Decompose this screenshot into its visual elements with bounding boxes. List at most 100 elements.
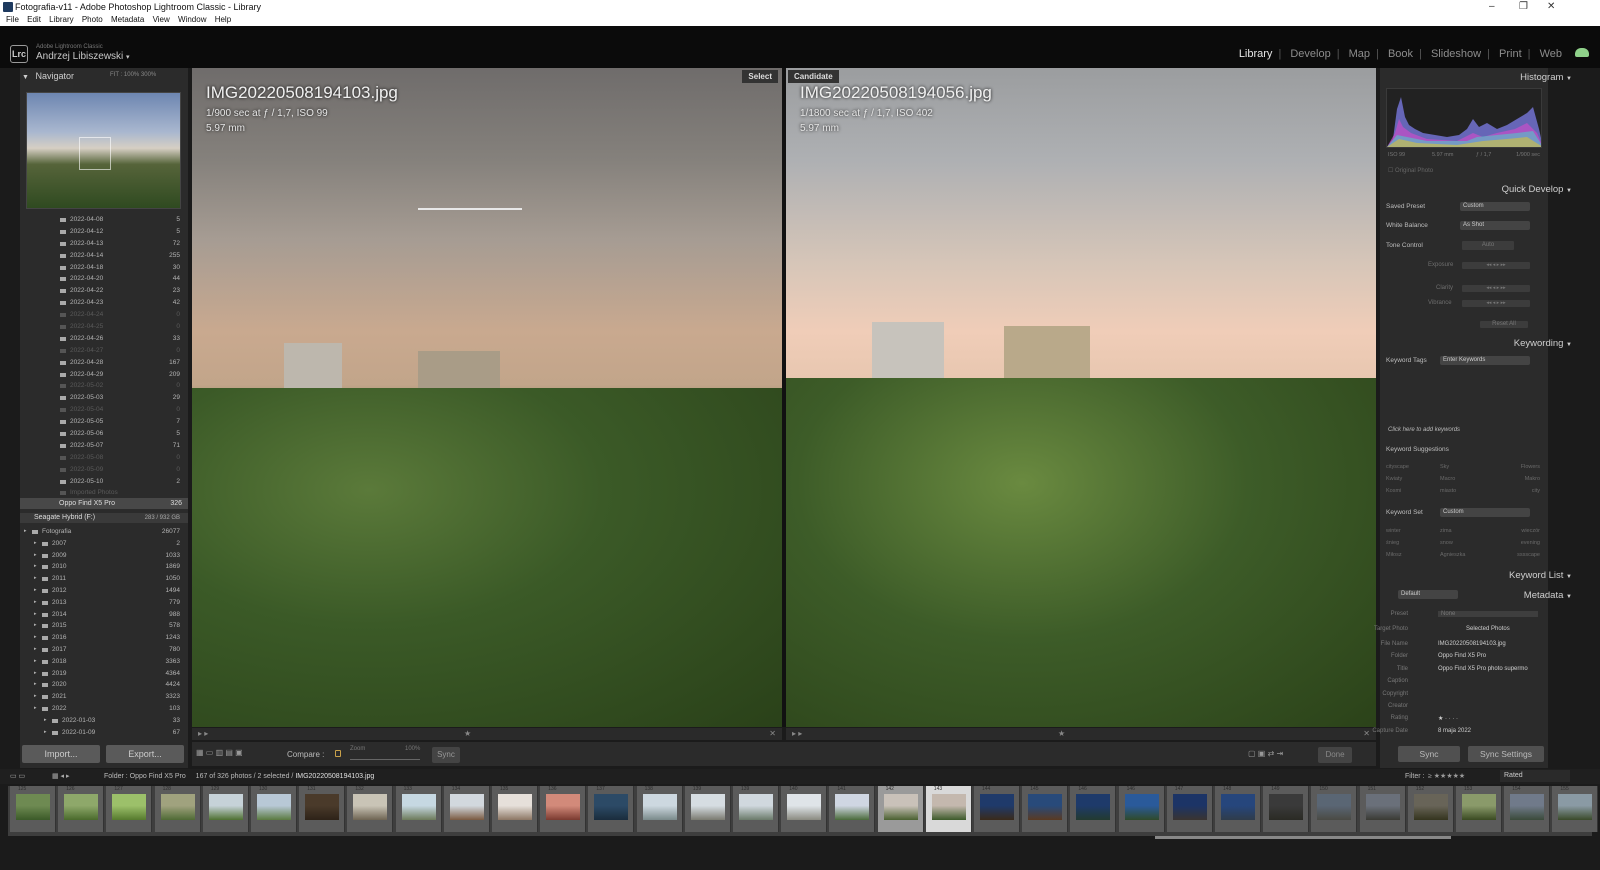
folder-row[interactable]: 2022-05-02 0 (22, 380, 186, 392)
metadata-field-value[interactable]: 8 maja 2022 (1438, 728, 1471, 734)
histogram-header[interactable]: Histogram ▼ (1520, 72, 1572, 83)
menu-view[interactable]: View (153, 15, 170, 24)
menu-help[interactable]: Help (215, 15, 231, 24)
disclosure-triangle-icon[interactable]: ▸ (34, 597, 37, 609)
close-icon[interactable]: ✕ (1363, 728, 1370, 740)
keyword-suggestion[interactable]: Kosmi (1386, 488, 1401, 494)
keyword-set-item[interactable]: snow (1440, 540, 1453, 546)
saved-preset-select[interactable]: Custom (1460, 202, 1530, 211)
folder-row[interactable]: ▸ 2012 1494 (22, 585, 186, 597)
filmstrip-thumbnail[interactable]: 151 (1359, 786, 1406, 832)
keywording-header[interactable]: Keywording ▼ (1514, 338, 1572, 349)
keyword-set-item[interactable]: Miłosz (1386, 552, 1402, 558)
keyword-set-item[interactable]: evening (1521, 540, 1540, 546)
keyword-suggestion[interactable]: Flowers (1521, 464, 1540, 470)
folder-row[interactable]: 2022-05-09 0 (22, 464, 186, 476)
disclosure-triangle-icon[interactable]: ▸ (44, 715, 47, 727)
keyword-suggestion[interactable]: Kwiaty (1386, 476, 1402, 482)
minimize-icon[interactable]: – (1489, 0, 1495, 14)
filmstrip-thumbnail[interactable]: 143 (925, 786, 972, 832)
clarity-buttons[interactable]: ◂◂ ◂ ▸ ▸▸ (1462, 285, 1530, 292)
filmstrip-thumbnail[interactable]: 128 (154, 786, 201, 832)
module-web[interactable]: Web (1540, 48, 1562, 60)
filmstrip-thumbnail[interactable]: 127 (106, 786, 153, 832)
auto-tone-button[interactable]: Auto (1462, 241, 1514, 250)
menu-photo[interactable]: Photo (82, 15, 103, 24)
keyword-set-item[interactable]: zima (1440, 528, 1452, 534)
folder-row[interactable]: ▸ 2009 1033 (22, 550, 186, 562)
folder-row[interactable]: 2022-05-06 5 (22, 428, 186, 440)
filmstrip-thumbnail[interactable]: 152 (1407, 786, 1454, 832)
close-icon[interactable]: ✕ (1547, 0, 1555, 14)
flag-icons[interactable]: ▸ ▸ (198, 728, 208, 740)
done-button[interactable]: Done (1318, 747, 1352, 763)
maximize-icon[interactable]: ❐ (1519, 0, 1528, 14)
filmstrip-thumbnail[interactable]: 138 (636, 786, 683, 832)
filmstrip-thumbnail[interactable]: 153 (1456, 786, 1502, 832)
original-photo-checkbox[interactable]: ☐ Original Photo (1388, 167, 1433, 174)
star-rating-icon[interactable]: ★ (1058, 728, 1065, 740)
disclosure-triangle-icon[interactable]: ▸ (34, 620, 37, 632)
sync-settings-button[interactable]: Sync Settings (1468, 746, 1544, 762)
menu-window[interactable]: Window (178, 15, 206, 24)
filmstrip-thumbnail[interactable]: 134 (443, 786, 490, 832)
keyword-suggestion[interactable]: Sky (1440, 464, 1449, 470)
keyword-set-item[interactable]: wieczór (1521, 528, 1540, 534)
filmstrip-thumbnail[interactable]: 150 (1311, 786, 1358, 832)
metadata-preset-select[interactable]: None (1438, 611, 1538, 617)
metadata-field-value[interactable]: IMG20220508194103.jpg (1438, 641, 1506, 647)
import-button[interactable]: Import... (22, 745, 100, 763)
folder-row[interactable]: ▸ 2016 1243 (22, 632, 186, 644)
keyword-tags-select[interactable]: Enter Keywords (1440, 356, 1530, 365)
menu-file[interactable]: File (6, 15, 19, 24)
metadata-field-value[interactable]: Oppo Find X5 Pro (1438, 653, 1486, 659)
metadata-field-value[interactable]: Oppo Find X5 Pro photo supermo (1438, 666, 1528, 672)
filmstrip-thumbnail[interactable]: 137 (588, 786, 635, 832)
sync-button[interactable]: Sync (432, 747, 460, 763)
folder-row[interactable]: 2022-04-22 23 (22, 285, 186, 297)
keyword-suggestion[interactable]: cityscape (1386, 464, 1409, 470)
folder-row[interactable]: ▸ 2015 578 (22, 620, 186, 632)
navigator-zoom-options[interactable]: FIT : 100% 300% (110, 72, 156, 78)
filmstrip-thumbnail[interactable]: 145 (1022, 786, 1069, 832)
disclosure-triangle-icon[interactable]: ▸ (34, 668, 37, 680)
folder-row[interactable]: 2022-04-12 5 (22, 226, 186, 238)
exposure-buttons[interactable]: ◂◂ ◂ ▸ ▸▸ (1462, 262, 1530, 269)
folder-row[interactable]: 2022-04-27 0 (22, 345, 186, 357)
keyword-suggestion[interactable]: Macro (1440, 476, 1455, 482)
folder-row[interactable]: 2022-04-23 42 (22, 297, 186, 309)
module-slideshow[interactable]: Slideshow (1431, 48, 1481, 60)
cloud-sync-icon[interactable] (1575, 48, 1589, 57)
disclosure-triangle-icon[interactable]: ▸ (44, 727, 47, 739)
navigator-header[interactable]: ▼ Navigator (22, 71, 187, 83)
disclosure-triangle-icon[interactable]: ▸ (34, 561, 37, 573)
menu-edit[interactable]: Edit (27, 15, 41, 24)
module-library[interactable]: Library (1239, 48, 1273, 60)
candidate-photo-view[interactable]: Candidate IMG20220508194056.jpg 1/1800 s… (786, 68, 1376, 727)
disclosure-triangle-icon[interactable]: ▸ (34, 691, 37, 703)
filmstrip-thumbnail[interactable]: 133 (395, 786, 442, 832)
disclosure-triangle-icon[interactable]: ▸ (34, 550, 37, 562)
filmstrip-thumbnail[interactable]: 136 (540, 786, 587, 832)
disclosure-triangle-icon[interactable]: ▸ (34, 644, 37, 656)
filmstrip-thumbnail[interactable]: 130 (251, 786, 297, 832)
filmstrip-thumbnail[interactable]: 142 (877, 786, 924, 832)
filmstrip-thumbnail[interactable]: 140 (781, 786, 828, 832)
module-book[interactable]: Book (1388, 48, 1413, 60)
filmstrip-thumbnail[interactable]: 126 (58, 786, 105, 832)
folder-row[interactable]: ▸ 2013 779 (22, 597, 186, 609)
filmstrip-thumbnail[interactable]: 135 (492, 786, 538, 832)
filmstrip-thumbnail[interactable]: 147 (1166, 786, 1213, 832)
folder-row[interactable]: 2022-04-18 30 (22, 262, 186, 274)
filmstrip-thumbnail[interactable]: 139 (733, 786, 779, 832)
folder-row[interactable]: 2022-05-05 7 (22, 416, 186, 428)
zoom-slider[interactable] (350, 759, 420, 760)
filmstrip-scrollbar[interactable] (1155, 836, 1451, 839)
disclosure-triangle-icon[interactable]: ▸ (34, 609, 37, 621)
folder-row[interactable]: 2022-04-08 5 (22, 214, 186, 226)
filmstrip-thumbnail[interactable]: 146 (1118, 786, 1165, 832)
user-name[interactable]: Andrzej Libiszewski ▾ (36, 51, 130, 62)
menu-library[interactable]: Library (49, 15, 73, 24)
filter-select[interactable]: Rated (1500, 770, 1570, 782)
metadata-view-select[interactable]: Default (1398, 590, 1458, 599)
